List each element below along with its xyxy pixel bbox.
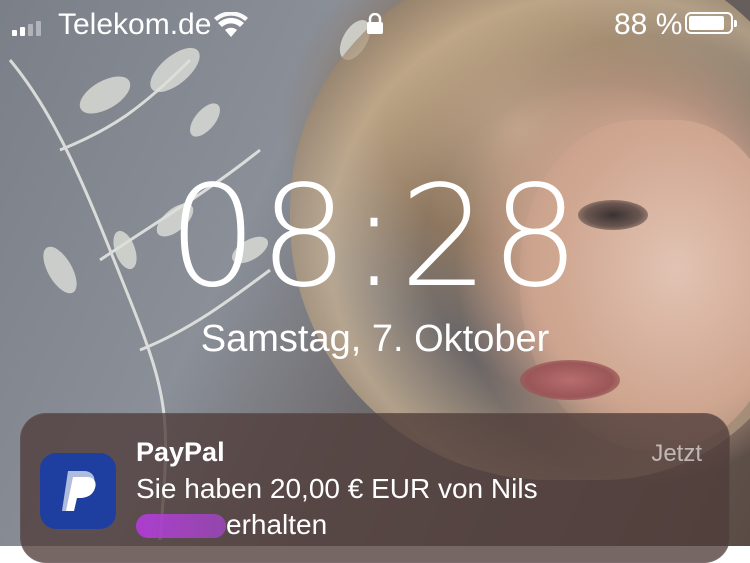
wifi-icon	[214, 12, 248, 37]
notification-message: Sie haben 20,00 € EUR von Nils erhalten	[136, 471, 696, 543]
battery-icon	[685, 12, 737, 34]
signal-icon	[12, 21, 41, 36]
notification-message-line1: Sie haben 20,00 € EUR von Nils	[136, 473, 538, 504]
notification-message-suffix: erhalten	[226, 509, 328, 540]
redacted-name-mark	[136, 514, 226, 538]
lock-screen-date: Samstag, 7. Oktober	[200, 318, 550, 360]
carrier-name: Telekom.de	[58, 8, 212, 41]
notification-message-line2: erhalten	[136, 507, 696, 543]
paypal-notification[interactable]: PayPal Jetzt Sie haben 20,00 € EUR von N…	[20, 413, 730, 563]
notification-timestamp: Jetzt	[651, 440, 702, 467]
paypal-app-icon	[40, 453, 116, 529]
paypal-logo-icon	[62, 471, 96, 511]
status-bar: Telekom.de 88 %	[0, 0, 750, 50]
lock-screen-time: 08:28	[168, 156, 582, 319]
notification-app-name: PayPal	[136, 437, 225, 467]
wallpaper-lips	[520, 360, 620, 400]
battery-level-fill	[689, 16, 725, 30]
lock-icon	[367, 13, 383, 34]
battery-percentage: 88 %	[614, 8, 683, 41]
